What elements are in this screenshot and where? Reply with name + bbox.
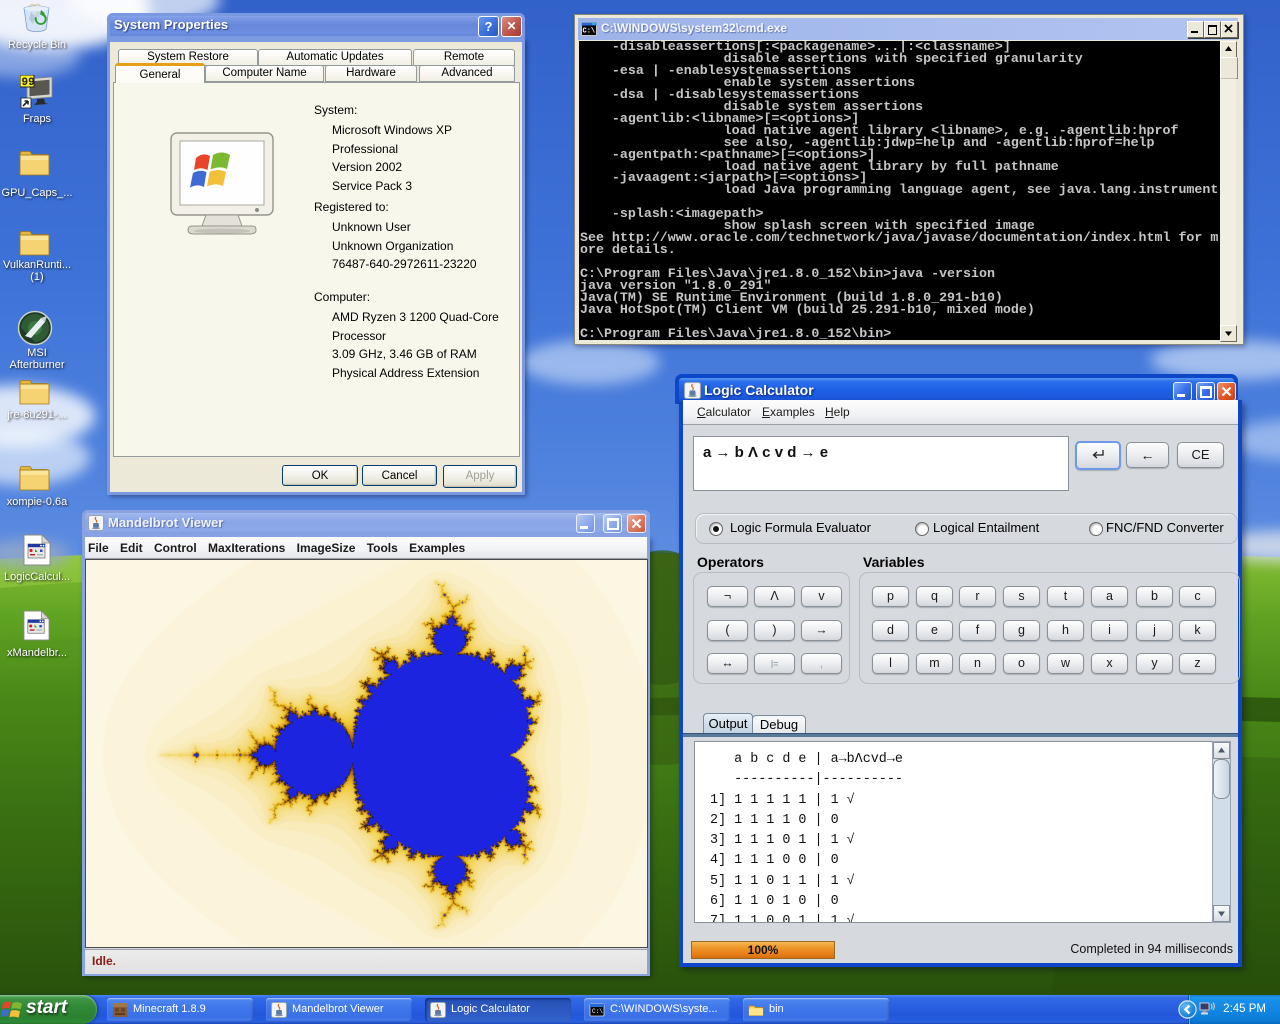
svg-text:99: 99 xyxy=(22,77,35,89)
svg-text:C:\: C:\ xyxy=(583,28,596,36)
svg-text:C:\: C:\ xyxy=(592,1008,603,1015)
